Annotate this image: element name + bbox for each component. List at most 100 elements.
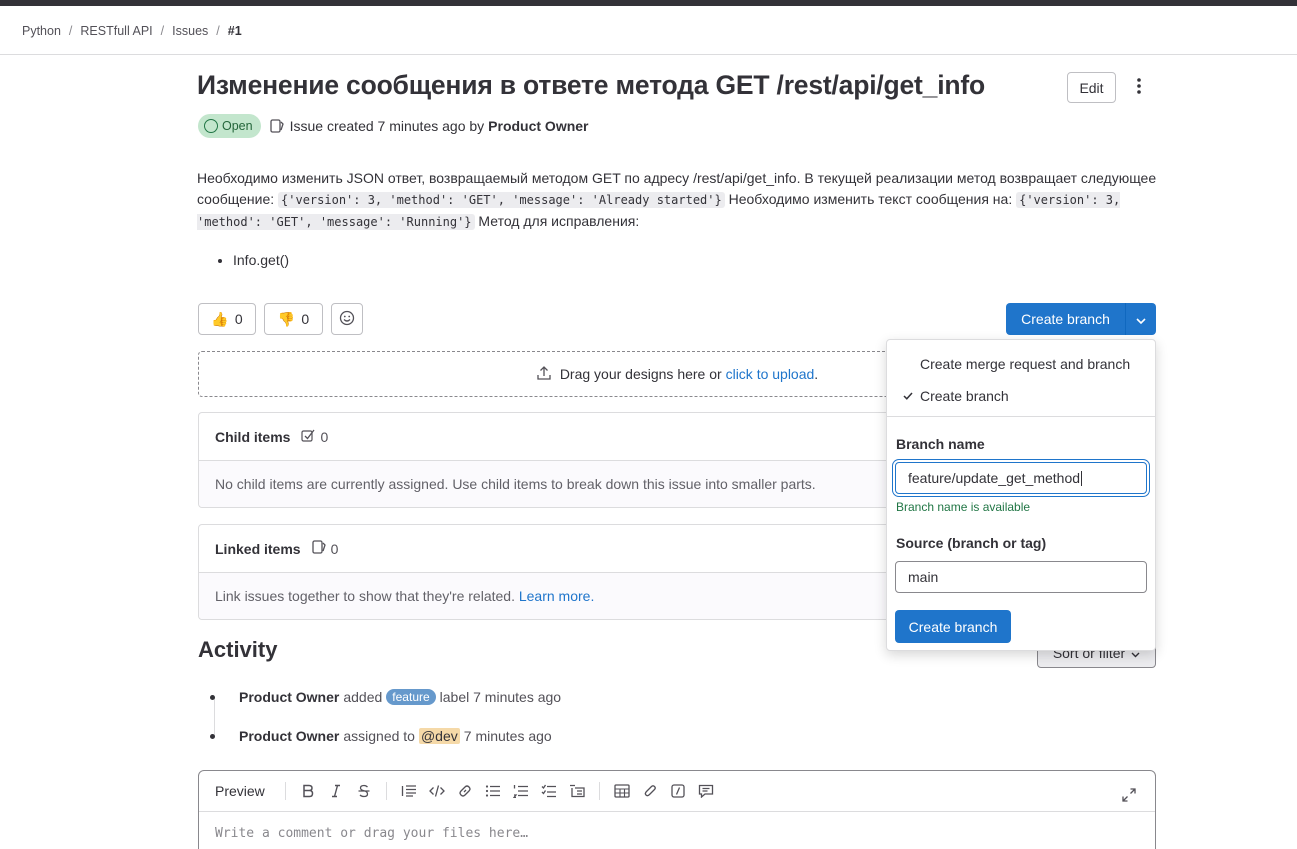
quick-actions-icon[interactable]: [664, 777, 692, 805]
source-input[interactable]: main: [895, 561, 1147, 593]
branch-name-label: Branch name: [896, 436, 985, 452]
linked-items-count-value: 0: [330, 540, 339, 557]
dropdown-option-create-branch[interactable]: Create branch: [887, 380, 1155, 412]
thumbs-up-button[interactable]: 👍 0: [198, 303, 256, 335]
create-branch-toggle[interactable]: [1125, 303, 1156, 335]
activity-actor[interactable]: Product Owner: [239, 728, 339, 744]
dropzone-prompt: Drag your designs here or: [559, 366, 722, 382]
header-divider: [0, 54, 1297, 55]
thumbs-down-icon: 👎: [277, 310, 296, 327]
add-reaction-button[interactable]: [331, 303, 363, 335]
kebab-icon: [1137, 78, 1141, 97]
activity-action: assigned to: [343, 728, 415, 744]
more-actions-button[interactable]: [1126, 72, 1152, 103]
activity-actor[interactable]: Product Owner: [239, 689, 339, 705]
issue-type-icon: [311, 539, 327, 558]
thumbs-down-button[interactable]: 👎 0: [264, 303, 323, 335]
strikethrough-icon[interactable]: [350, 777, 378, 805]
create-branch-split-button: Create branch: [1006, 303, 1156, 335]
description-paragraph: Необходимо изменить JSON ответ, возвраща…: [197, 168, 1157, 233]
activity-item: Product Owner added feature label 7 minu…: [210, 687, 561, 707]
dropdown-divider: [887, 416, 1155, 417]
child-items-count: 0: [300, 427, 328, 446]
feature-label[interactable]: feature: [386, 689, 436, 705]
timeline-dot: [210, 733, 215, 739]
issue-meta: Open Issue created 7 minutes ago by Prod…: [198, 114, 589, 138]
timeline-dot: [210, 694, 215, 700]
breadcrumb-restfull-api[interactable]: RESTfull API: [80, 24, 152, 38]
toolbar-divider: [284, 782, 286, 800]
status-badge: Open: [198, 114, 261, 138]
learn-more-link[interactable]: Learn more.: [519, 588, 594, 604]
branch-name-input[interactable]: feature/update_get_method: [895, 462, 1147, 494]
numbered-list-icon[interactable]: [507, 777, 535, 805]
open-issue-icon: [204, 119, 218, 133]
bullet-list-icon[interactable]: [479, 777, 507, 805]
editor-toolbar: Preview: [199, 771, 1155, 812]
upload-icon: [536, 365, 552, 384]
dropdown-option-merge-request-and-branch[interactable]: Create merge request and branch: [887, 348, 1155, 380]
issue-author[interactable]: Product Owner: [488, 118, 588, 134]
issue-type-icon: [269, 118, 285, 134]
activity-item: Product Owner assigned to @dev 7 minutes…: [210, 726, 552, 746]
breadcrumb: Python / RESTfull API / Issues / #1: [22, 22, 242, 40]
code-icon[interactable]: [423, 777, 451, 805]
breadcrumb-python[interactable]: Python: [22, 24, 61, 38]
thumbs-up-icon: 👍: [211, 310, 229, 327]
toolbar-divider: [385, 782, 387, 800]
chevron-down-icon: [1136, 311, 1146, 327]
source-value: main: [908, 569, 939, 585]
comment-editor: Preview Write a comment or drag your fil…: [198, 770, 1156, 849]
blockquote-icon[interactable]: [395, 777, 423, 805]
smiley-icon: [339, 310, 355, 329]
dropdown-option-label: Create merge request and branch: [920, 356, 1131, 372]
create-branch-dropdown: Create merge request and branch Create b…: [886, 339, 1156, 651]
child-items-count-value: 0: [320, 428, 329, 445]
branch-name-availability: Branch name is available: [896, 500, 1031, 514]
preview-tab[interactable]: Preview: [215, 783, 265, 799]
issue-description: Необходимо изменить JSON ответ, возвраща…: [197, 168, 1157, 271]
toolbar-divider: [598, 782, 600, 800]
italic-icon[interactable]: [322, 777, 350, 805]
breadcrumb-current[interactable]: #1: [228, 24, 242, 38]
linked-items-title: Linked items: [215, 540, 301, 557]
breadcrumb-issues[interactable]: Issues: [172, 24, 208, 38]
breadcrumb-separator: /: [160, 24, 165, 38]
check-icon: [887, 392, 920, 400]
user-mention[interactable]: @dev: [418, 728, 460, 744]
link-icon[interactable]: [451, 777, 479, 805]
branch-name-value: feature/update_get_method: [908, 470, 1081, 486]
task-list-icon[interactable]: [535, 777, 563, 805]
issue-created-text: Issue created 7 minutes ago by: [289, 118, 485, 134]
table-icon[interactable]: [608, 777, 636, 805]
edit-button[interactable]: Edit: [1067, 72, 1116, 103]
create-branch-submit-button[interactable]: Create branch: [895, 610, 1011, 643]
breadcrumb-separator: /: [68, 24, 73, 38]
activity-title: Activity: [198, 637, 278, 662]
activity-action: added: [343, 689, 383, 705]
comment-icon[interactable]: [692, 777, 720, 805]
list-item: Info.get(): [233, 250, 1157, 271]
description-text: Метод для исправления:: [474, 213, 640, 229]
thumbs-down-count: 0: [301, 311, 310, 327]
bold-icon[interactable]: [294, 777, 322, 805]
description-list: Info.get(): [233, 250, 1157, 271]
top-bar: [0, 0, 1297, 6]
click-to-upload-link[interactable]: click to upload: [726, 366, 815, 382]
activity-time: 7 minutes ago: [463, 728, 552, 744]
linked-items-count: 0: [311, 539, 339, 558]
attachment-icon[interactable]: [636, 777, 664, 805]
dropzone-text: Drag your designs here or click to uploa…: [560, 366, 818, 382]
linked-items-empty-text: Link issues together to show that they'r…: [215, 588, 515, 604]
collapsible-section-icon[interactable]: [563, 777, 591, 805]
activity-time: label 7 minutes ago: [439, 689, 562, 705]
create-branch-button[interactable]: Create branch: [1006, 303, 1125, 335]
fullscreen-icon[interactable]: [1115, 781, 1143, 809]
thumbs-up-count: 0: [234, 311, 243, 327]
breadcrumb-separator: /: [216, 24, 220, 38]
checklist-icon: [300, 427, 316, 446]
comment-input[interactable]: Write a comment or drag your files here…: [215, 826, 528, 841]
text-cursor: [1081, 470, 1083, 486]
description-text: Необходимо изменить текст сообщения на:: [724, 191, 1017, 207]
issue-title: Изменение сообщения в ответе метода GET …: [197, 70, 985, 100]
